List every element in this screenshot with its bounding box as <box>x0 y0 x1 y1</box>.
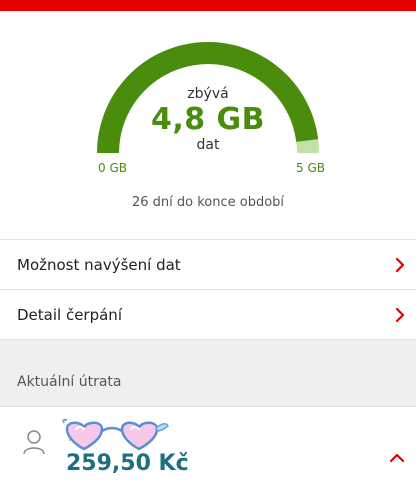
menu-item-usage-detail[interactable]: Detail čerpání <box>0 289 416 340</box>
section-title: Aktuální útrata <box>0 340 416 406</box>
remaining-unit: dat <box>196 137 220 153</box>
menu-item-label: Možnost navýšení dat <box>17 255 181 274</box>
heart-glasses-sticker <box>62 418 169 451</box>
remaining-amount: 4,8 GB <box>150 102 266 137</box>
data-usage-gauge: zbývá 4,8 GB dat 0 GB 5 GB 26 dní do kon… <box>0 11 416 238</box>
top-brand-bar <box>0 0 416 11</box>
gauge-max-label: 5 GB <box>296 161 325 175</box>
gauge-min-label: 0 GB <box>98 161 127 175</box>
current-spending-card[interactable]: 7 259,50 Kč <box>0 406 416 500</box>
chevron-right-icon <box>395 307 405 322</box>
chevron-right-icon <box>395 257 405 272</box>
person-icon <box>23 430 45 455</box>
chevron-up-icon[interactable] <box>390 453 404 463</box>
menu-item-label: Detail čerpání <box>17 305 122 324</box>
menu-item-data-topup[interactable]: Možnost navýšení dat <box>0 239 416 289</box>
section-title-text: Aktuální útrata <box>17 374 122 390</box>
spending-amount: 259,50 Kč <box>66 451 189 476</box>
days-left-text: 26 dní do konce období <box>131 195 285 210</box>
remaining-label: zbývá <box>187 86 229 102</box>
